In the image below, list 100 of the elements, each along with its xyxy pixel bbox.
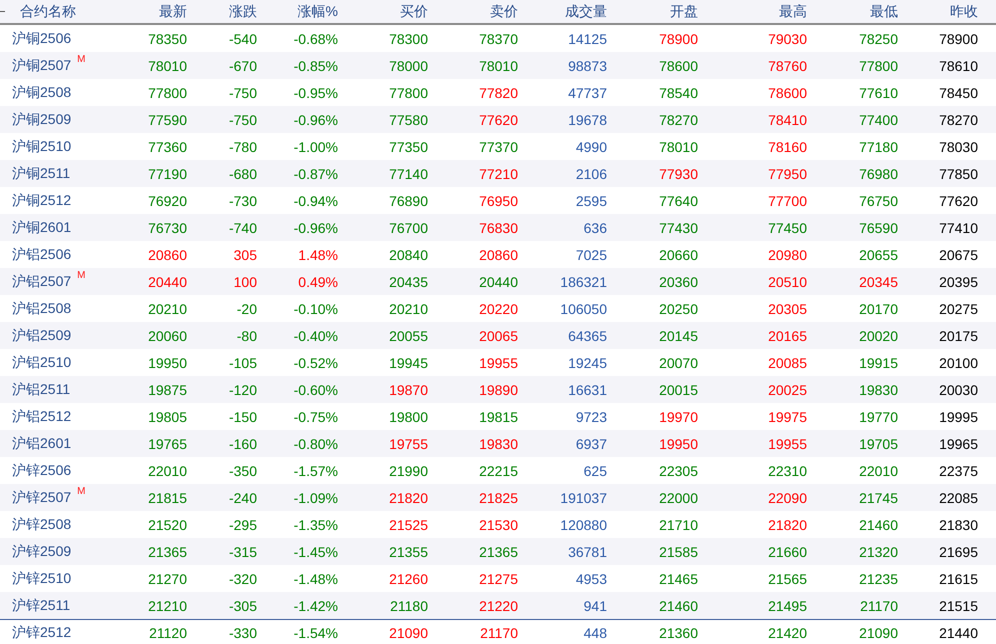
table-cell: -20 xyxy=(236,301,257,317)
table-cell: 20860 xyxy=(148,247,187,263)
table-cell: -0.85% xyxy=(294,58,338,74)
table-cell: 22010 xyxy=(148,463,187,479)
column-header[interactable]: 成交量 xyxy=(518,2,607,20)
table-cell: 19945 xyxy=(389,355,428,371)
table-cell: 47737 xyxy=(568,85,607,101)
table-cell: 77450 xyxy=(768,220,807,236)
table-cell: 77180 xyxy=(859,139,898,155)
table-cell: 76950 xyxy=(479,193,518,209)
table-row[interactable]: 沪铝2509 20060 -80 -0.40% 20055 20065 64365 20145 20165 20020 20175 xyxy=(0,322,996,349)
table-cell: 22215 xyxy=(479,463,518,479)
column-header[interactable]: 开盘 xyxy=(607,2,698,20)
table-cell: 77950 xyxy=(768,166,807,182)
table-cell: -0.80% xyxy=(294,436,338,452)
table-cell: 77620 xyxy=(479,112,518,128)
table-cell: 78900 xyxy=(659,31,698,47)
table-cell: 76750 xyxy=(859,193,898,209)
contract-name: 沪锌2506 xyxy=(12,462,72,480)
column-header[interactable]: 涨幅% xyxy=(257,2,338,20)
table-cell: 2106 xyxy=(576,166,607,182)
table-cell: 77930 xyxy=(659,166,698,182)
table-cell: 20030 xyxy=(939,382,978,398)
table-cell: 78000 xyxy=(389,58,428,74)
table-cell: 76980 xyxy=(859,166,898,182)
table-row[interactable]: 沪锌2507 M 21815 -240 -1.09% 21820 21825 191037 22000 22090 21745 22085 xyxy=(0,484,996,511)
contract-name: 沪铜2506 xyxy=(12,30,72,48)
table-row[interactable]: 沪铝2511 19875 -120 -0.60% 19870 19890 16631 20015 20025 19830 20030 xyxy=(0,376,996,403)
table-cell: 19245 xyxy=(568,355,607,371)
contract-name: 沪铝2509 xyxy=(12,327,72,345)
table-cell: 19965 xyxy=(939,436,978,452)
table-cell: 21565 xyxy=(768,571,807,587)
table-cell: 21090 xyxy=(389,625,428,641)
table-cell: 21260 xyxy=(389,571,428,587)
table-cell: 77850 xyxy=(939,166,978,182)
table-cell: 78030 xyxy=(939,139,978,155)
table-cell: 20210 xyxy=(148,301,187,317)
column-header[interactable]: 涨跌 xyxy=(187,2,257,20)
table-row[interactable]: 沪铜2511 77190 -680 -0.87% 77140 77210 2106 77930 77950 76980 77850 xyxy=(0,160,996,187)
table-cell: 21520 xyxy=(148,517,187,533)
contract-name: 沪锌2512 xyxy=(12,624,72,642)
contract-name: 沪铝2512 xyxy=(12,408,72,426)
table-cell: 21525 xyxy=(389,517,428,533)
table-cell: 77580 xyxy=(389,112,428,128)
table-row[interactable]: 沪铜2507 M 78010 -670 -0.85% 78000 78010 98873 78600 78760 77800 78610 xyxy=(0,52,996,79)
table-cell: 77590 xyxy=(148,112,187,128)
table-cell: -0.40% xyxy=(294,328,338,344)
contract-name: 沪铝2510 xyxy=(12,354,72,372)
table-cell: 20250 xyxy=(659,301,698,317)
table-cell: 19955 xyxy=(479,355,518,371)
contract-name: 沪铝2511 xyxy=(12,381,70,399)
table-cell: -1.45% xyxy=(294,544,338,560)
column-header[interactable]: 卖价 xyxy=(428,2,518,20)
table-cell: 106050 xyxy=(560,301,607,317)
table-cell: -0.75% xyxy=(294,409,338,425)
contract-name: 沪铝2507 xyxy=(12,273,72,291)
table-cell: 77700 xyxy=(768,193,807,209)
column-header[interactable]: 最高 xyxy=(698,2,807,20)
table-cell: -350 xyxy=(228,463,257,479)
table-row[interactable]: 沪锌2509 21365 -315 -1.45% 21355 21365 36781 21585 21660 21320 21695 xyxy=(0,538,996,565)
table-cell: -1.48% xyxy=(294,571,338,587)
table-cell: 78160 xyxy=(768,139,807,155)
table-cell: 76590 xyxy=(859,220,898,236)
table-cell: -1.35% xyxy=(294,517,338,533)
column-header[interactable]: 买价 xyxy=(338,2,428,20)
table-cell: 20675 xyxy=(939,247,978,263)
table-row[interactable]: 沪锌2511 21210 -305 -1.42% 21180 21220 941 21460 21495 21170 21515 xyxy=(0,592,996,619)
column-header[interactable]: 昨收 xyxy=(898,2,978,20)
contract-name: 沪铜2601 xyxy=(12,219,72,237)
table-cell: -680 xyxy=(228,166,257,182)
contract-name: 沪铜2512 xyxy=(12,192,72,210)
main-contract-label: M xyxy=(77,487,86,497)
table-cell: 77610 xyxy=(859,85,898,101)
table-cell: 78350 xyxy=(148,31,187,47)
table-cell: 636 xyxy=(584,220,607,236)
table-cell: 19755 xyxy=(389,436,428,452)
table-cell: 78270 xyxy=(659,112,698,128)
table-cell: 21090 xyxy=(859,625,898,641)
table-row[interactable]: 沪铜2509 77590 -750 -0.96% 77580 77620 19678 78270 78410 77400 78270 xyxy=(0,106,996,133)
column-header[interactable]: 最新 xyxy=(130,2,187,20)
column-header[interactable]: 合约名称 xyxy=(0,2,130,20)
table-row[interactable]: 沪铝2507 M 20440 100 0.49% 20435 20440 186321 20360 20510 20345 20395 xyxy=(0,268,996,295)
table-row[interactable]: 沪铜2601 76730 -740 -0.96% 76700 76830 636 77430 77450 76590 77410 xyxy=(0,214,996,241)
table-row[interactable]: 沪铝2601 19765 -160 -0.80% 19755 19830 6937 19950 19955 19705 19965 xyxy=(0,430,996,457)
table-cell: 77190 xyxy=(148,166,187,182)
table-cell: 20020 xyxy=(859,328,898,344)
table-cell: 20440 xyxy=(148,274,187,290)
table-cell: 20275 xyxy=(939,301,978,317)
table-cell: 78600 xyxy=(768,85,807,101)
table-cell: 22000 xyxy=(659,490,698,506)
table-cell: 77640 xyxy=(659,193,698,209)
contract-name: 沪铜2507 xyxy=(12,57,72,75)
table-cell: 22090 xyxy=(768,490,807,506)
table-cell: -0.68% xyxy=(294,31,338,47)
table-cell: 77430 xyxy=(659,220,698,236)
column-header[interactable]: 最低 xyxy=(807,2,898,20)
table-cell: -0.95% xyxy=(294,85,338,101)
table-cell: 4990 xyxy=(576,139,607,155)
table-cell: 21270 xyxy=(148,571,187,587)
table-cell: 9723 xyxy=(576,409,607,425)
